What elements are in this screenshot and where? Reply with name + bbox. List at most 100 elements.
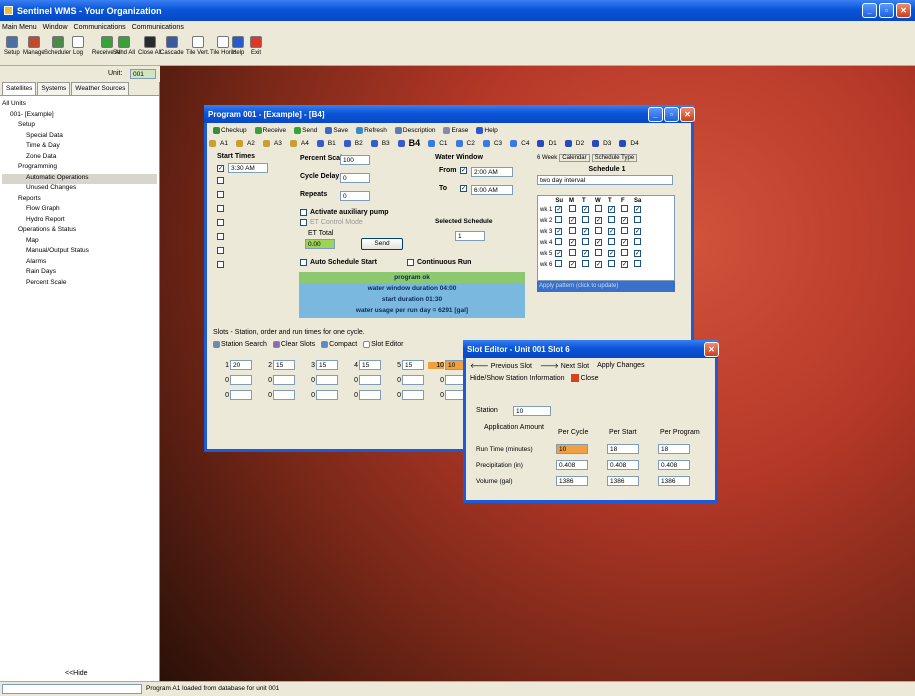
week-day-checkbox[interactable] xyxy=(595,205,603,212)
slot-time[interactable] xyxy=(359,375,381,385)
from-checkbox[interactable]: ✓ xyxy=(460,167,467,174)
week-day-checkbox[interactable]: ✓ xyxy=(621,239,629,246)
week-day-checkbox[interactable] xyxy=(569,227,577,234)
slot-station[interactable]: 0 xyxy=(385,377,401,384)
week-day-checkbox[interactable]: ✓ xyxy=(595,261,603,268)
et-total-field[interactable]: 0.00 xyxy=(305,239,335,249)
help-button[interactable]: Help xyxy=(232,36,244,56)
week-day-checkbox[interactable] xyxy=(595,227,603,234)
slot-time[interactable]: 20 xyxy=(230,360,252,370)
start-time-4-checkbox[interactable] xyxy=(217,205,224,212)
checkup-button[interactable]: Checkup xyxy=(213,126,247,134)
previous-slot-button[interactable]: 🡐 Previous Slot xyxy=(470,361,532,370)
start-time-5-checkbox[interactable] xyxy=(217,219,224,226)
program-minimize-icon[interactable]: _ xyxy=(648,107,663,122)
week-day-checkbox[interactable] xyxy=(555,260,563,267)
week-day-checkbox[interactable]: ✓ xyxy=(608,206,616,213)
program-tab-a2[interactable]: A2 xyxy=(235,139,259,147)
slot-station[interactable]: 0 xyxy=(256,377,272,384)
start-time-8-checkbox[interactable] xyxy=(217,261,224,268)
start-time-1-field[interactable]: 3:30 AM xyxy=(228,163,268,173)
program-tab-b2[interactable]: B2 xyxy=(343,139,367,147)
slot-station[interactable]: 0 xyxy=(256,392,272,399)
slot-editor-value[interactable]: 1386 xyxy=(607,476,639,486)
tree-item[interactable]: Manual/Output Status xyxy=(2,247,157,258)
close-icon[interactable]: ✕ xyxy=(896,3,911,18)
start-time-3-checkbox[interactable] xyxy=(217,191,224,198)
menu-window[interactable]: Window xyxy=(43,24,68,31)
manage-button[interactable]: Manage xyxy=(23,36,45,56)
week-day-checkbox[interactable]: ✓ xyxy=(608,228,616,235)
slot-time[interactable] xyxy=(316,390,338,400)
program-tab-a4[interactable]: A4 xyxy=(289,139,313,147)
tree-item[interactable]: Unused Changes xyxy=(2,184,157,195)
tab-calendar[interactable]: Calendar xyxy=(559,154,590,162)
tree-item[interactable]: Percent Scale xyxy=(2,279,157,290)
cascade-button[interactable]: Cascade xyxy=(160,36,184,56)
tab-systems[interactable]: Systems xyxy=(37,82,71,95)
tree-item[interactable]: Operations & Status xyxy=(2,226,157,237)
tree-item[interactable]: Automatic Operations xyxy=(2,173,157,184)
week-day-checkbox[interactable]: ✓ xyxy=(608,250,616,257)
slot-time[interactable] xyxy=(273,375,295,385)
menu-communications-2[interactable]: Communications xyxy=(132,24,184,31)
scheduler-button[interactable]: Scheduler xyxy=(44,36,71,56)
week-day-checkbox[interactable] xyxy=(621,249,629,256)
week-day-checkbox[interactable]: ✓ xyxy=(569,261,577,268)
slot-editor-value[interactable]: 1386 xyxy=(556,476,588,486)
slot-time[interactable]: 15 xyxy=(402,360,424,370)
week-day-checkbox[interactable] xyxy=(621,205,629,212)
unit-field[interactable]: 001 xyxy=(130,69,156,79)
program-tab-c3[interactable]: C3 xyxy=(482,139,506,147)
tab-6-week[interactable]: 6 Week xyxy=(537,155,557,161)
program-tab-b1[interactable]: B1 xyxy=(316,139,340,147)
week-day-checkbox[interactable]: ✓ xyxy=(582,250,590,257)
help-button[interactable]: Help xyxy=(476,126,498,134)
schedule-name-field[interactable]: two day interval xyxy=(537,175,673,185)
week-day-checkbox[interactable] xyxy=(634,260,642,267)
slot-station[interactable]: 0 xyxy=(428,392,444,399)
start-time-6-checkbox[interactable] xyxy=(217,233,224,240)
selected-schedule-field[interactable]: 1 xyxy=(455,231,485,241)
week-day-checkbox[interactable] xyxy=(555,238,563,245)
week-day-checkbox[interactable] xyxy=(621,227,629,234)
tree-item[interactable]: Rain Days xyxy=(2,268,157,279)
week-day-checkbox[interactable] xyxy=(608,216,616,223)
program-tab-d3[interactable]: D3 xyxy=(592,139,615,147)
slot-station[interactable]: 0 xyxy=(342,392,358,399)
percent-scale-field[interactable]: 100 xyxy=(340,155,370,165)
week-day-checkbox[interactable] xyxy=(582,238,590,245)
week-day-checkbox[interactable]: ✓ xyxy=(634,206,642,213)
aux-pump-checkbox[interactable] xyxy=(300,209,307,216)
slot-time[interactable]: 15 xyxy=(273,360,295,370)
tree-item[interactable]: Hydro Report xyxy=(2,216,157,227)
from-time-field[interactable]: 2:00 AM xyxy=(471,167,513,177)
tab-weather-sources[interactable]: Weather Sources xyxy=(71,82,130,95)
slot-station[interactable]: 10 xyxy=(428,361,444,369)
send-button[interactable]: Send xyxy=(294,126,317,134)
exit-button[interactable]: Exit xyxy=(250,36,262,56)
week-day-checkbox[interactable]: ✓ xyxy=(555,228,563,235)
slot-station[interactable]: 2 xyxy=(256,362,272,369)
slot-time[interactable] xyxy=(273,390,295,400)
slot-station[interactable]: 0 xyxy=(342,377,358,384)
to-checkbox[interactable]: ✓ xyxy=(460,185,467,192)
refresh-button[interactable]: Refresh xyxy=(356,126,387,134)
slot-editor-value[interactable]: 18 xyxy=(658,444,690,454)
description-button[interactable]: Description xyxy=(394,126,435,134)
slot-editor-value[interactable]: 1386 xyxy=(658,476,690,486)
save-button[interactable]: Save xyxy=(325,126,348,134)
et-send-button[interactable]: Send xyxy=(361,238,403,250)
tree-item[interactable]: Map xyxy=(2,237,157,248)
tree-item[interactable]: All Units xyxy=(2,100,157,111)
week-day-checkbox[interactable]: ✓ xyxy=(621,261,629,268)
slot-station[interactable]: 3 xyxy=(299,362,315,369)
tree-item[interactable]: Special Data xyxy=(2,132,157,143)
week-day-checkbox[interactable]: ✓ xyxy=(555,250,563,257)
week-day-checkbox[interactable] xyxy=(634,216,642,223)
close-all-button[interactable]: Close All xyxy=(138,36,161,56)
slot-station[interactable]: 1 xyxy=(213,362,229,369)
menu-main[interactable]: Main Menu xyxy=(2,24,37,31)
slot-time[interactable]: 15 xyxy=(359,360,381,370)
program-tab-d1[interactable]: D1 xyxy=(537,139,560,147)
